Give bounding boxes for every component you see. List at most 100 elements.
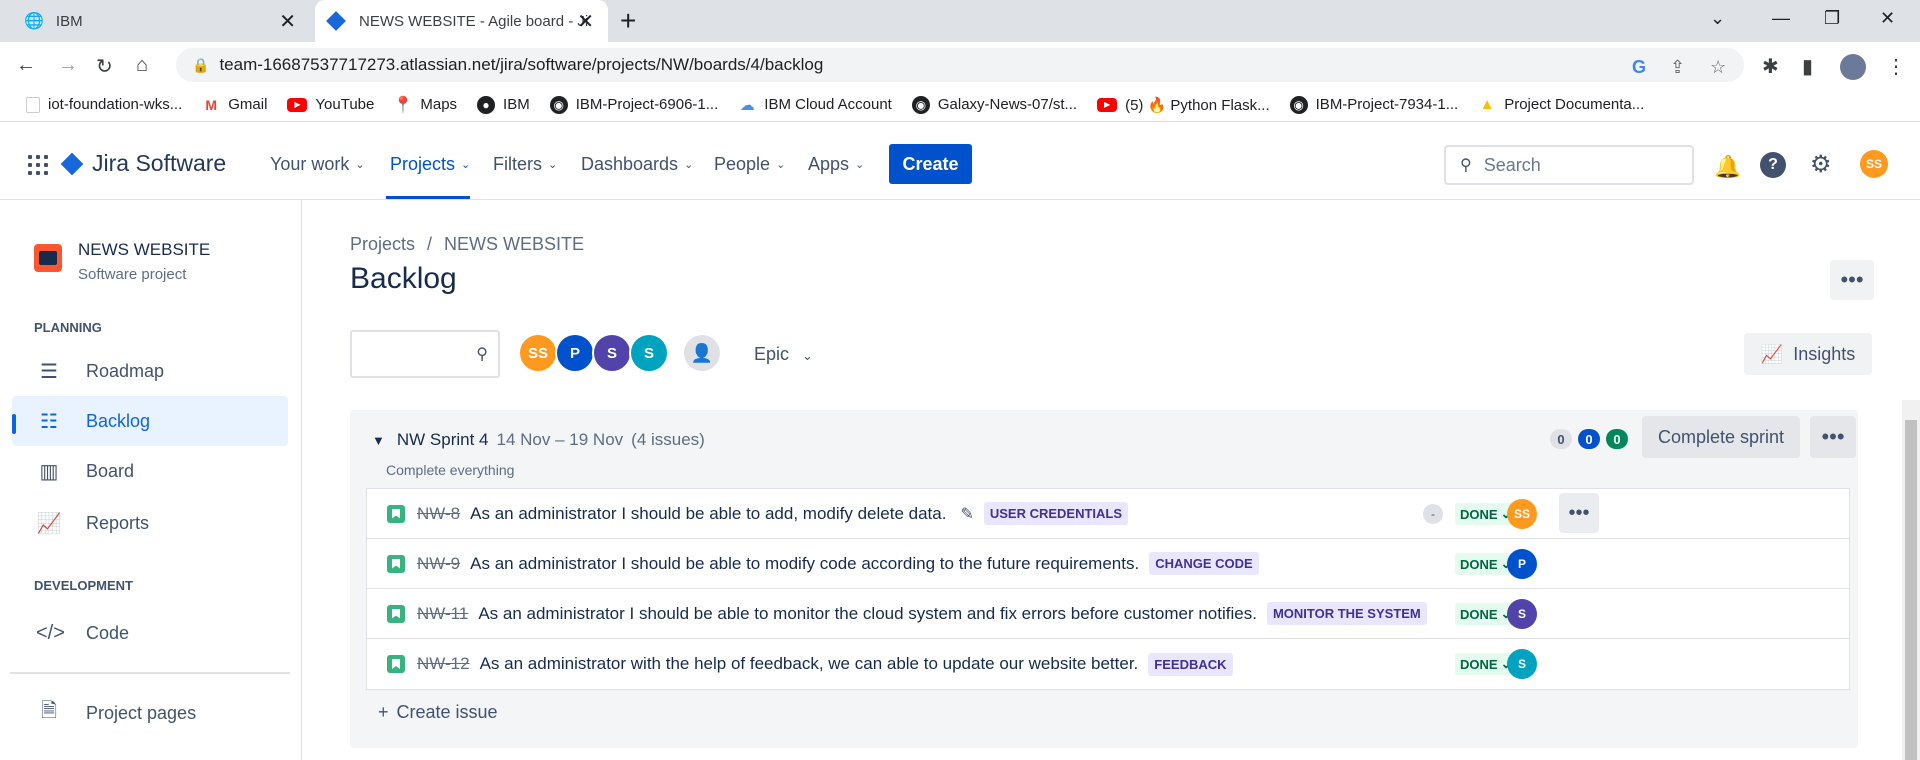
estimate-badge[interactable]: - <box>1423 504 1443 524</box>
issue-row[interactable]: NW-9 As an administrator I should be abl… <box>367 539 1849 589</box>
todo-count-badge: 0 <box>1550 429 1572 449</box>
chevron-down-icon: ⌄ <box>684 159 694 171</box>
minimize-icon[interactable]: — <box>1772 8 1790 29</box>
issue-row[interactable]: NW-8 As an administrator I should be abl… <box>367 489 1849 539</box>
issue-label[interactable]: USER CREDENTIALS <box>983 502 1129 525</box>
edit-pencil-icon[interactable]: ✎ <box>960 504 973 524</box>
maximize-icon[interactable]: ❐ <box>1824 8 1840 29</box>
issue-key[interactable]: NW-9 <box>417 554 460 574</box>
home-icon[interactable]: ⌂ <box>136 54 148 77</box>
sidebar-item-project-pages[interactable]: 🗎 Project pages <box>12 688 288 738</box>
issue-label[interactable]: FEEDBACK <box>1148 652 1233 676</box>
assignee-avatar[interactable]: S <box>1507 649 1537 679</box>
sidebar-item-label: Roadmap <box>86 360 165 381</box>
menu-icon[interactable]: ⋮ <box>1886 54 1906 79</box>
avatar-filter[interactable]: S <box>592 333 632 373</box>
browser-tab-ibm[interactable]: 🌐 IBM ✕ <box>10 0 310 42</box>
issue-label[interactable]: MONITOR THE SYSTEM <box>1266 602 1427 625</box>
issue-key[interactable]: NW-12 <box>417 654 470 674</box>
app-switcher-icon[interactable] <box>28 155 48 175</box>
chevron-down-icon: ⌄ <box>355 159 365 171</box>
bookmark-item[interactable]: ▶ (5) 🔥 Python Flask... <box>1097 96 1270 114</box>
assignee-avatar[interactable]: S <box>1507 599 1537 629</box>
bookmark-item[interactable]: iot-foundation-wks... <box>26 96 182 113</box>
create-button[interactable]: Create <box>889 144 972 184</box>
issue-row[interactable]: NW-12 As an administrator with the help … <box>367 639 1849 689</box>
sprint-more-button[interactable]: ••• <box>1810 416 1856 458</box>
back-icon[interactable]: ← <box>16 54 36 77</box>
profile-avatar[interactable] <box>1840 54 1866 80</box>
avatar-filter[interactable]: P <box>555 333 595 373</box>
issue-key[interactable]: NW-11 <box>417 604 468 624</box>
sidebar-item-code[interactable]: </> Code <box>12 608 288 658</box>
insights-button[interactable]: 📈 Insights <box>1744 333 1872 375</box>
issue-more-button[interactable]: ••• <box>1559 493 1599 533</box>
bookmark-item[interactable]: ● IBM <box>477 95 530 114</box>
backlog-icon: ☷ <box>40 410 58 433</box>
sidebar-divider <box>10 672 290 674</box>
bookmark-item[interactable]: ◉ Galaxy-News-07/st... <box>911 95 1077 114</box>
issue-label[interactable]: CHANGE CODE <box>1149 552 1259 575</box>
close-tab-icon[interactable]: ✕ <box>279 9 296 34</box>
browser-tab-jira[interactable]: NEWS WEBSITE - Agile board - Ji ✕ <box>315 0 608 42</box>
issue-summary: As an administrator with the help of fee… <box>479 654 1139 673</box>
sidebar-item-label: Reports <box>86 512 150 533</box>
google-icon[interactable]: G <box>1632 57 1646 78</box>
assignee-avatar[interactable]: P <box>1507 549 1537 579</box>
extensions-icon[interactable]: ✱ <box>1762 54 1779 79</box>
chevron-down-icon[interactable]: ▼ <box>372 433 385 448</box>
project-header[interactable]: NEWS WEBSITE Software project <box>34 240 210 283</box>
sidebar-item-board[interactable]: ▥ Board <box>12 446 288 496</box>
settings-gear-icon[interactable]: ⚙ <box>1810 150 1832 179</box>
sidebar-item-roadmap[interactable]: ☰ Roadmap <box>12 346 288 396</box>
bookmark-item[interactable]: 📍 Maps <box>393 96 457 114</box>
issue-row[interactable]: NW-11 As an administrator I should be ab… <box>367 589 1849 639</box>
breadcrumb-projects[interactable]: Projects <box>350 234 415 254</box>
bookmark-item[interactable]: M Gmail <box>202 96 267 114</box>
nav-projects[interactable]: Projects ⌄ <box>390 154 470 175</box>
help-icon[interactable]: ? <box>1760 152 1786 178</box>
issue-key[interactable]: NW-8 <box>417 504 460 524</box>
backlog-search-input[interactable]: ⚲ <box>350 330 500 378</box>
complete-sprint-button[interactable]: Complete sprint <box>1642 416 1800 458</box>
bookmark-item[interactable]: ☁ IBM Cloud Account <box>738 96 892 114</box>
sidebar-item-backlog[interactable]: ☷ Backlog <box>12 396 288 446</box>
bookmark-label: IBM <box>503 96 530 113</box>
close-tab-icon[interactable]: ✕ <box>577 9 594 34</box>
scrollbar-thumb[interactable] <box>1905 420 1917 760</box>
epic-filter[interactable]: Epic ⌄ <box>754 344 813 365</box>
share-icon[interactable]: ⇪ <box>1670 57 1685 78</box>
nav-people[interactable]: People ⌄ <box>714 154 785 175</box>
bookmark-item[interactable]: ▶ YouTube <box>287 96 374 113</box>
nav-apps[interactable]: Apps ⌄ <box>808 154 864 175</box>
search-input[interactable]: ⚲ Search <box>1444 145 1694 185</box>
breadcrumb-project[interactable]: NEWS WEBSITE <box>444 234 584 254</box>
tab-search-icon[interactable]: ⌄ <box>1710 8 1725 29</box>
forward-icon[interactable]: → <box>58 54 78 77</box>
add-people-icon[interactable]: 👤 <box>682 333 722 373</box>
close-window-icon[interactable]: ✕ <box>1880 8 1895 29</box>
notifications-icon[interactable]: 🔔 <box>1714 154 1741 180</box>
create-issue-button[interactable]: + Create issue <box>378 702 498 723</box>
url-field[interactable]: 🔒 team-16687537717273.atlassian.net/jira… <box>176 48 1744 82</box>
bookmark-star-icon[interactable]: ☆ <box>1710 57 1726 78</box>
bookmark-item[interactable]: ▲ Project Documenta... <box>1478 96 1645 114</box>
jira-logo[interactable]: Jira Software <box>60 150 226 177</box>
nav-dashboards[interactable]: Dashboards ⌄ <box>581 154 693 175</box>
chevron-down-icon: ⌄ <box>855 159 865 171</box>
sidebar-item-reports[interactable]: 📈 Reports <box>12 498 288 548</box>
reload-icon[interactable]: ↻ <box>96 54 113 79</box>
new-tab-icon[interactable]: + <box>620 5 636 37</box>
sprint-header[interactable]: ▼ NW Sprint 4 14 Nov – 19 Nov (4 issues) <box>372 430 705 450</box>
nav-filters[interactable]: Filters ⌄ <box>493 154 557 175</box>
bookmark-item[interactable]: ◉ IBM-Project-7934-1... <box>1289 95 1458 114</box>
user-avatar[interactable]: SS <box>1860 150 1888 178</box>
side-panel-icon[interactable]: ▮ <box>1802 54 1813 79</box>
more-actions-button[interactable]: ••• <box>1830 260 1874 300</box>
assignee-avatar[interactable]: SS <box>1507 499 1537 529</box>
avatar-filter[interactable]: SS <box>518 333 558 373</box>
nav-your-work[interactable]: Your work ⌄ <box>270 154 365 175</box>
bookmark-item[interactable]: ◉ IBM-Project-6906-1... <box>549 95 718 114</box>
page-scrollbar[interactable] <box>1902 400 1920 760</box>
avatar-filter[interactable]: S <box>629 333 669 373</box>
